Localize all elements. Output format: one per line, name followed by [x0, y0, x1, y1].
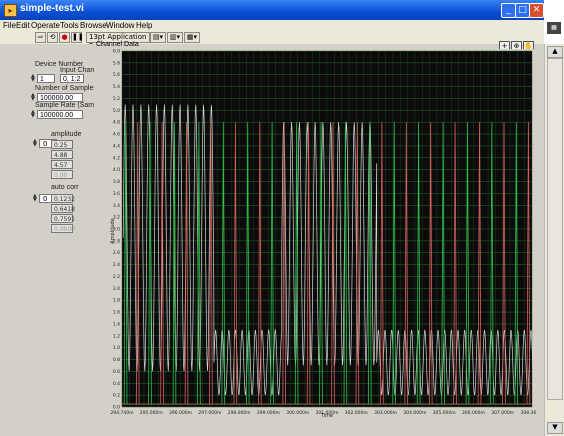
y-tick-label: 0.2	[113, 393, 120, 399]
y-tick-label: 1.0	[113, 345, 120, 351]
title-bar[interactable]: ▸ simple-test.vi _ □ ✕	[0, 0, 544, 20]
sample-rate-field[interactable]: 100000.00	[37, 110, 83, 119]
x-tick-label: 304.000m	[403, 410, 426, 416]
menu-bar: File Edit Operate Tools Browse Window He…	[0, 20, 544, 31]
y-tick-label: 3.8	[113, 179, 120, 185]
device-number-spinner[interactable]: ▲ ▼	[31, 74, 36, 83]
x-axis-label: Time	[320, 413, 333, 419]
amplitude-label: amplitude	[51, 131, 82, 138]
y-tick-label: 4.2	[113, 155, 120, 161]
y-axis-label: Amplitude	[110, 218, 116, 244]
menu-edit[interactable]: Edit	[16, 21, 30, 30]
number-of-samples-label: Number of Samples	[35, 85, 97, 92]
y-tick-label: 5.4	[113, 84, 120, 90]
vi-connector-icon: ▦	[547, 22, 561, 34]
labview-window: ▸ simple-test.vi _ □ ✕ File Edit Operate…	[0, 0, 544, 436]
y-tick-label: 1.4	[113, 321, 120, 327]
amplitude-value-0: 0.25	[51, 140, 73, 149]
scroll-up-button[interactable]: ▲	[547, 46, 563, 58]
y-tick-label: 1.6	[113, 310, 120, 316]
waveform-graph[interactable]: Channel Data + ⊕ ✋ 0.0 0.2 0.4 0.6 0.8 1.0 1.2 1.…	[94, 41, 536, 419]
y-tick-label: 0.8	[113, 357, 120, 363]
window-title: simple-test.vi	[20, 3, 84, 14]
amplitude-index-spinner[interactable]: ▲ ▼	[33, 139, 38, 148]
x-tick-label: 298.000m	[228, 410, 251, 416]
auto-corr-value-3: 0.0000	[51, 224, 75, 233]
menu-window[interactable]: Window	[106, 21, 134, 30]
maximize-button[interactable]: □	[515, 3, 530, 18]
y-tick-label: 5.8	[113, 60, 120, 66]
desktop-corner: ▦	[544, 0, 564, 44]
front-panel: Device Number ▲ ▼ 1 Input Channel 0, 1:2 …	[0, 41, 544, 436]
abort-icon[interactable]: ●	[59, 32, 70, 43]
plot-area[interactable]: 0.0 0.2 0.4 0.6 0.8 1.0 1.2 1.4 1.6 1.8 2.0 2.2 2.4 2…	[94, 41, 536, 419]
x-tick-label: 302.000m	[345, 410, 368, 416]
auto-corr-value-2: 0.7591	[51, 214, 75, 223]
amplitude-value-3: 0.00	[51, 170, 73, 179]
samples-spinner[interactable]: ▲ ▼	[31, 93, 36, 102]
vertical-scrollbar[interactable]: ▲ ▼	[544, 44, 564, 436]
menu-browse[interactable]: Browse	[80, 21, 107, 30]
amplitude-value-1: 4.88	[51, 150, 73, 159]
y-tick-label: 5.6	[113, 72, 120, 78]
y-tick-label: 4.4	[113, 143, 120, 149]
y-tick-label: 0.0	[113, 405, 120, 411]
y-tick-label: 3.6	[113, 191, 120, 197]
y-tick-label: 0.6	[113, 369, 120, 375]
amplitude-value-2: 4.57	[51, 160, 73, 169]
device-number-field[interactable]: 1	[37, 74, 55, 83]
y-tick-label: 6.0	[113, 49, 120, 55]
labview-app-icon: ▸	[4, 4, 17, 17]
x-tick-label: 305.000m	[433, 410, 456, 416]
minimize-button[interactable]: _	[501, 3, 516, 18]
x-tick-label: 308.361m	[521, 410, 537, 416]
menu-operate[interactable]: Operate	[31, 21, 60, 30]
x-tick-label: 299.000m	[257, 410, 280, 416]
y-tick-label: 2.6	[113, 250, 120, 256]
run-continuously-icon[interactable]: ⟲	[47, 32, 58, 43]
close-button[interactable]: ✕	[529, 3, 544, 18]
x-tick-label: 295.000m	[140, 410, 163, 416]
y-tick-label: 5.2	[113, 96, 120, 102]
x-tick-label: 300.000m	[286, 410, 309, 416]
y-tick-label: 2.4	[113, 262, 120, 268]
y-tick-label: 2.2	[113, 274, 120, 280]
x-tick-label: 307.000m	[491, 410, 514, 416]
scroll-down-button[interactable]: ▼	[547, 422, 563, 434]
auto-corr-value-0: 0.1232	[51, 194, 75, 203]
y-tick-label: 0.4	[113, 381, 120, 387]
x-tick-label: 297.000m	[198, 410, 221, 416]
auto-corr-index-spinner[interactable]: ▲ ▼	[33, 194, 38, 203]
x-tick-label: 303.000m	[374, 410, 397, 416]
y-tick-label: 1.8	[113, 298, 120, 304]
y-tick-label: 1.2	[113, 333, 120, 339]
x-tick-label: 306.000m	[462, 410, 485, 416]
number-of-samples-field[interactable]: 100000.00	[37, 93, 83, 102]
x-tick-label: 296.000m	[169, 410, 192, 416]
menu-help[interactable]: Help	[136, 21, 152, 30]
menu-tools[interactable]: Tools	[60, 21, 79, 30]
pause-icon[interactable]: ❚❚	[71, 32, 84, 43]
input-channel-field[interactable]: 0, 1:2	[60, 74, 84, 83]
auto-corr-label: auto corr	[51, 184, 79, 191]
y-tick-label: 4.8	[113, 120, 120, 126]
run-arrow-icon[interactable]: ⇨	[35, 32, 46, 43]
auto-corr-value-1: 0.6418	[51, 204, 75, 213]
menu-file[interactable]: File	[3, 21, 16, 30]
y-tick-label: 4.0	[113, 167, 120, 173]
sample-rate-spinner[interactable]: ▲ ▼	[31, 110, 36, 119]
x-tick-label: 294.740m	[111, 410, 134, 416]
scroll-thumb[interactable]	[547, 58, 563, 400]
y-tick-label: 4.6	[113, 132, 120, 138]
y-tick-label: 2.0	[113, 286, 120, 292]
y-tick-label: 5.0	[113, 108, 120, 114]
y-tick-label: 3.4	[113, 203, 120, 209]
